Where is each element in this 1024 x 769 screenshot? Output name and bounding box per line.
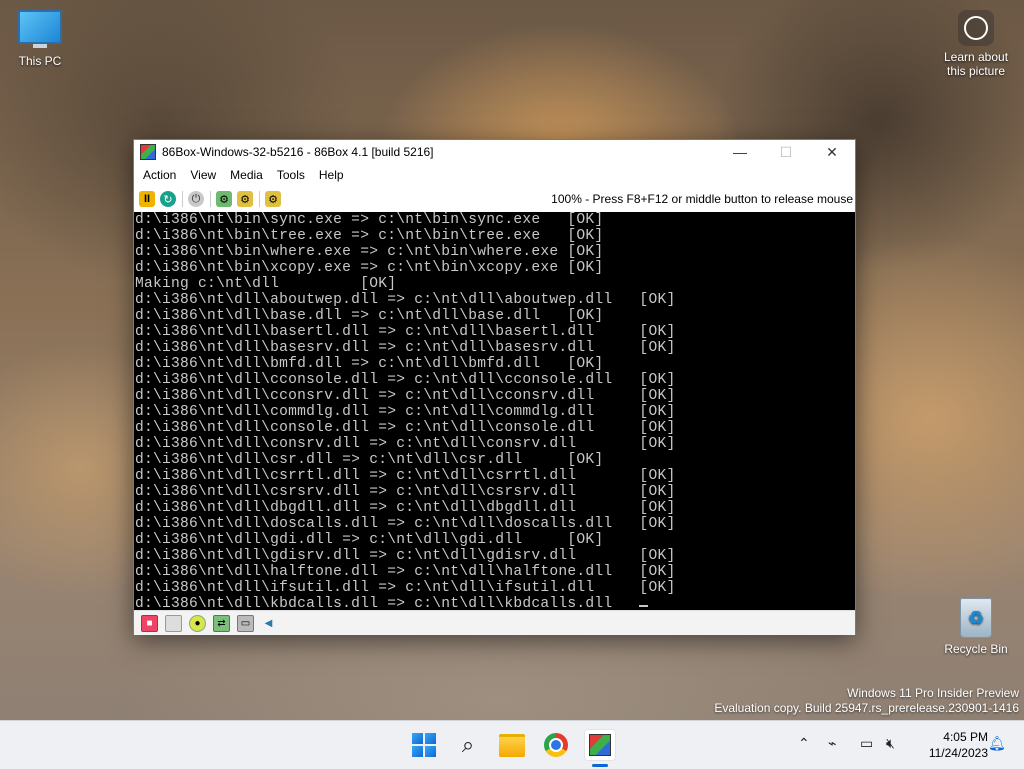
camera-icon <box>958 10 994 46</box>
terminal-line: d:\i386\nt\dll\kbdcalls.dll => c:\nt\dll… <box>135 596 640 610</box>
ctrl-alt-del-icon[interactable]: ⚙ <box>216 191 232 207</box>
settings-icon[interactable]: ⚙ <box>265 191 281 207</box>
power-icon[interactable]: ⏻ <box>188 191 204 207</box>
taskbar: ⌕ ⌃ ⌁ ▭ 🔇︎ 4:05 PM 11/24/2023 🔔︎ <box>0 720 1024 769</box>
window-title: 86Box-Windows-32-b5216 - 86Box 4.1 [buil… <box>162 145 434 159</box>
terminal-line: d:\i386\nt\dll\console.dll => c:\nt\dll\… <box>135 420 676 436</box>
cdrom-drive-icon[interactable]: ● <box>189 614 206 632</box>
system-clock[interactable]: 4:05 PM 11/24/2023 <box>929 729 988 761</box>
86box-taskbar-icon[interactable] <box>584 729 616 761</box>
terminal-line: d:\i386\nt\dll\dbgdll.dll => c:\nt\dll\d… <box>135 500 676 516</box>
chrome-icon[interactable] <box>540 729 572 761</box>
recycle-bin-label: Recycle Bin <box>944 642 1008 656</box>
desktop-icon-recycle-bin[interactable]: ♻ Recycle Bin <box>940 598 1012 656</box>
menu-tools[interactable]: Tools <box>270 168 312 182</box>
terminal-line: Making c:\nt\dll [OK] <box>135 276 397 292</box>
terminal-line: d:\i386\nt\dll\csrsrv.dll => c:\nt\dll\c… <box>135 484 676 500</box>
network-disconnected-icon[interactable]: ⌁ <box>828 735 836 752</box>
title-bar[interactable]: 86Box-Windows-32-b5216 - 86Box 4.1 [buil… <box>134 140 855 164</box>
ctrl-alt-esc-icon[interactable]: ⚙ <box>237 191 253 207</box>
toolbar-separator <box>182 191 183 207</box>
close-button[interactable]: ✕ <box>809 140 855 164</box>
terminal-line: d:\i386\nt\dll\csr.dll => c:\nt\dll\csr.… <box>135 452 604 468</box>
monitor-icon <box>18 10 62 44</box>
toolbar-separator <box>210 191 211 207</box>
monitor-stand <box>33 44 47 48</box>
search-icon[interactable]: ⌕ <box>452 729 484 761</box>
file-explorer-icon[interactable] <box>496 729 528 761</box>
terminal-line: d:\i386\nt\dll\aboutwep.dll => c:\nt\dll… <box>135 292 676 308</box>
terminal-line: d:\i386\nt\dll\consrv.dll => c:\nt\dll\c… <box>135 436 676 452</box>
terminal-line: d:\i386\nt\dll\ifsutil.dll => c:\nt\dll\… <box>135 580 676 596</box>
terminal-line: d:\i386\nt\dll\cconsole.dll => c:\nt\dll… <box>135 372 676 388</box>
hdd-activity-icon[interactable]: ■ <box>141 614 158 632</box>
emulated-screen[interactable]: d:\i386\nt\bin\sync.exe => c:\nt\bin\syn… <box>134 212 855 610</box>
86box-app-icon <box>140 144 156 160</box>
learn-label-line2: this picture <box>946 64 1006 78</box>
floppy-drive-icon[interactable] <box>165 614 182 632</box>
terminal-line: d:\i386\nt\dll\bmfd.dll => c:\nt\dll\bmf… <box>135 356 604 372</box>
toolbar: II ↻ ⏻ ⚙ ⚙ ⚙ 100% - Press F8+F12 or midd… <box>134 186 855 213</box>
volume-muted-icon[interactable]: 🔇︎ <box>886 735 895 752</box>
keyboard-icon[interactable]: ▭ <box>237 614 254 632</box>
terminal-line: d:\i386\nt\dll\gdisrv.dll => c:\nt\dll\g… <box>135 548 676 564</box>
watermark-line2: Evaluation copy. Build 25947.rs_prerelea… <box>714 701 1019 715</box>
active-app-indicator <box>592 764 608 767</box>
desktop-icon-learn-about-picture[interactable]: Learn about this picture <box>936 10 1016 78</box>
toolbar-separator <box>259 191 260 207</box>
mouse-release-hint: 100% - Press F8+F12 or middle button to … <box>551 192 853 206</box>
terminal-line: d:\i386\nt\dll\cconsrv.dll => c:\nt\dll\… <box>135 388 676 404</box>
emulator-window: 86Box-Windows-32-b5216 - 86Box 4.1 [buil… <box>133 139 856 635</box>
clock-date: 11/24/2023 <box>928 746 988 760</box>
terminal-line: d:\i386\nt\dll\basertl.dll => c:\nt\dll\… <box>135 324 676 340</box>
terminal-line: d:\i386\nt\bin\sync.exe => c:\nt\bin\syn… <box>135 212 604 228</box>
terminal-line: d:\i386\nt\dll\commdlg.dll => c:\nt\dll\… <box>135 404 676 420</box>
terminal-line: d:\i386\nt\dll\basesrv.dll => c:\nt\dll\… <box>135 340 676 356</box>
windows-watermark: Windows 11 Pro Insider Preview Evaluatio… <box>714 686 1019 716</box>
this-pc-label: This PC <box>18 54 62 68</box>
windows-logo-icon <box>412 733 436 757</box>
terminal-line: d:\i386\nt\bin\xcopy.exe => c:\nt\bin\xc… <box>135 260 604 276</box>
network-icon[interactable]: ⇄ <box>213 614 230 632</box>
desktop-icon-this-pc[interactable]: This PC <box>14 10 66 68</box>
reset-icon[interactable]: ↻ <box>160 191 176 207</box>
terminal-line: d:\i386\nt\dll\csrrtl.dll => c:\nt\dll\c… <box>135 468 676 484</box>
text-cursor <box>639 605 649 607</box>
learn-label-line1: Learn about <box>943 50 1009 64</box>
terminal-line: d:\i386\nt\dll\gdi.dll => c:\nt\dll\gdi.… <box>135 532 604 548</box>
chevron-up-icon[interactable]: ⌃ <box>798 735 810 752</box>
status-bar: ■ ● ⇄ ▭ ◀ <box>134 610 855 635</box>
pause-icon[interactable]: II <box>139 191 155 207</box>
menu-view[interactable]: View <box>183 168 223 182</box>
display-icon[interactable]: ▭ <box>860 735 873 752</box>
recycle-bin-icon: ♻ <box>960 598 992 638</box>
maximize-button[interactable]: ☐ <box>763 140 809 164</box>
watermark-line1: Windows 11 Pro Insider Preview <box>847 686 1019 700</box>
minimize-button[interactable]: — <box>717 140 763 164</box>
menu-action[interactable]: Action <box>136 168 183 182</box>
terminal-line: d:\i386\nt\bin\where.exe => c:\nt\bin\wh… <box>135 244 604 260</box>
terminal-line: d:\i386\nt\bin\tree.exe => c:\nt\bin\tre… <box>135 228 604 244</box>
terminal-output: d:\i386\nt\bin\sync.exe => c:\nt\bin\syn… <box>134 212 855 610</box>
menu-bar: Action View Media Tools Help <box>134 164 855 186</box>
terminal-line: d:\i386\nt\dll\halftone.dll => c:\nt\dll… <box>135 564 676 580</box>
terminal-line: d:\i386\nt\dll\base.dll => c:\nt\dll\bas… <box>135 308 604 324</box>
menu-help[interactable]: Help <box>312 168 351 182</box>
notification-bell-icon[interactable]: 🔔︎ <box>988 735 1006 752</box>
terminal-line: d:\i386\nt\dll\doscalls.dll => c:\nt\dll… <box>135 516 676 532</box>
speaker-icon[interactable]: ◀ <box>261 616 276 631</box>
menu-media[interactable]: Media <box>223 168 270 182</box>
start-button[interactable] <box>408 729 440 761</box>
clock-time: 4:05 PM <box>943 730 988 744</box>
